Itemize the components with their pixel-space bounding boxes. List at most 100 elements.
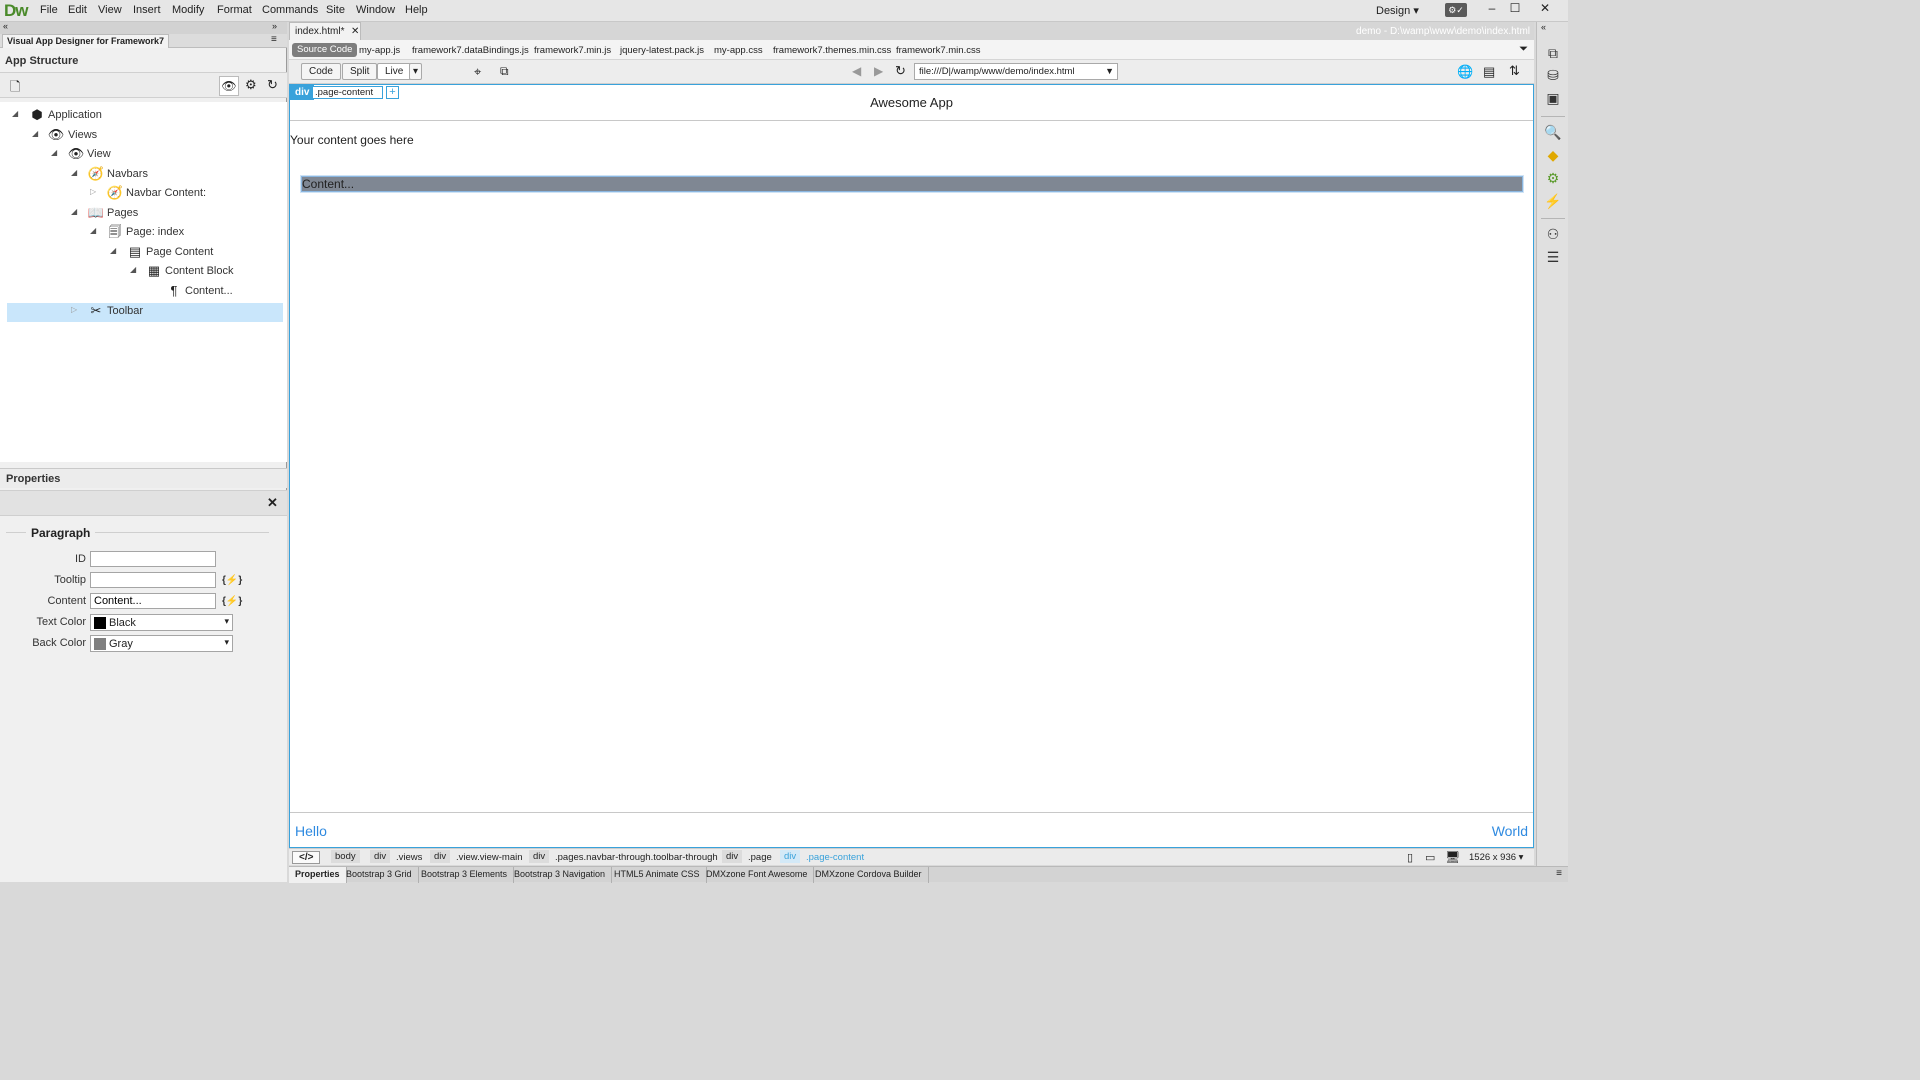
window-size-select[interactable]: 1526 x 936 ▾ bbox=[1469, 852, 1523, 863]
tablet-size-icon[interactable]: ▭ bbox=[1425, 851, 1435, 864]
minimize-icon[interactable]: – bbox=[1483, 1, 1501, 17]
related-file[interactable]: framework7.themes.min.css bbox=[773, 45, 891, 56]
menu-modify[interactable]: Modify bbox=[172, 4, 204, 16]
expand-arrow-icon[interactable]: ◢ bbox=[71, 207, 77, 216]
tag-class[interactable]: .views bbox=[396, 852, 422, 863]
panel-tab-app-designer[interactable]: Visual App Designer for Framework7 bbox=[2, 34, 170, 48]
tag-class[interactable]: .view.view-main bbox=[456, 852, 523, 863]
toolbar-link-world[interactable]: World bbox=[1492, 823, 1528, 839]
maximize-icon[interactable]: ☐ bbox=[1506, 1, 1524, 17]
add-class-button[interactable]: + bbox=[386, 86, 399, 99]
menu-format[interactable]: Format bbox=[217, 4, 252, 16]
eye-toggle-icon[interactable]: 👁 bbox=[219, 76, 239, 96]
toolbar-link-hello[interactable]: Hello bbox=[295, 823, 327, 839]
file-transfer-icon[interactable]: ⇅ bbox=[1509, 63, 1520, 79]
tab-properties[interactable]: Properties bbox=[289, 867, 347, 883]
menu-edit[interactable]: Edit bbox=[68, 4, 87, 16]
gear-icon[interactable]: ⚙ bbox=[245, 77, 257, 93]
related-file[interactable]: framework7.min.js bbox=[534, 45, 611, 56]
workspace-switcher[interactable]: Design ▾ bbox=[1376, 4, 1419, 17]
related-file[interactable]: framework7.min.css bbox=[896, 45, 980, 56]
panel-menu-icon[interactable]: ≡ bbox=[271, 34, 277, 45]
id-field[interactable] bbox=[90, 551, 216, 567]
menu-window[interactable]: Window bbox=[356, 4, 395, 16]
live-view-button[interactable]: Live bbox=[377, 63, 412, 80]
content-block-paragraph[interactable]: Content... bbox=[301, 176, 1523, 192]
split-view-button[interactable]: Split bbox=[342, 63, 378, 80]
database-icon[interactable]: ⛁ bbox=[1544, 66, 1562, 84]
tag-class[interactable]: .page bbox=[748, 852, 772, 863]
tag-div[interactable]: div bbox=[430, 850, 451, 863]
code-view-button[interactable]: Code bbox=[301, 63, 341, 80]
live-options-icon[interactable]: ▾ bbox=[409, 63, 423, 80]
close-tab-icon[interactable]: ✕ bbox=[351, 26, 359, 37]
menu-site[interactable]: Site bbox=[326, 4, 345, 16]
related-file[interactable]: framework7.dataBindings.js bbox=[412, 45, 529, 56]
dropdown-arrow-icon[interactable]: ▼ bbox=[1105, 66, 1114, 76]
expand-arrow-icon[interactable]: ◢ bbox=[110, 246, 116, 255]
expand-icon[interactable]: » bbox=[272, 21, 277, 31]
code-toggle-button[interactable]: </> bbox=[292, 851, 321, 864]
globe-icon[interactable]: 🌐 bbox=[1457, 64, 1473, 80]
expand-arrow-icon[interactable]: ◢ bbox=[71, 168, 77, 177]
menu-file[interactable]: File bbox=[40, 4, 58, 16]
tree-node-page-content[interactable]: ◢ ▤ Page Content bbox=[0, 243, 287, 262]
collapsed-arrow-icon[interactable]: ▷ bbox=[90, 187, 96, 196]
tree-node-content-block[interactable]: ◢ ▦ Content Block bbox=[0, 262, 287, 281]
tree-node-toolbar[interactable]: ▷ ✂ Toolbar bbox=[0, 302, 287, 321]
expand-arrow-icon[interactable]: ◢ bbox=[12, 109, 18, 118]
tree-node-navbar-content[interactable]: ▷ 🧭 Navbar Content: bbox=[0, 184, 287, 203]
close-properties-icon[interactable]: ✕ bbox=[267, 495, 278, 511]
components-icon[interactable]: ◆ bbox=[1544, 146, 1562, 164]
document-tab[interactable]: index.html* ✕ bbox=[289, 22, 361, 40]
new-page-icon[interactable]: 🗋 bbox=[10, 78, 20, 100]
expand-arrow-icon[interactable]: ◢ bbox=[32, 129, 38, 138]
back-color-select[interactable]: Gray ▾ bbox=[90, 635, 233, 652]
assets-icon[interactable]: ▣ bbox=[1544, 89, 1562, 107]
forward-arrow-icon[interactable]: ▶ bbox=[874, 64, 883, 78]
tab-bootstrap-grid[interactable]: Bootstrap 3 Grid bbox=[340, 867, 419, 883]
mobile-size-icon[interactable]: ▯ bbox=[1407, 851, 1413, 864]
code-snippets-icon[interactable]: ☰ bbox=[1544, 248, 1562, 266]
sync-settings-icon[interactable]: ⚙✓ bbox=[1445, 3, 1467, 17]
data-binding-icon[interactable]: {⚡} bbox=[222, 575, 242, 586]
find-icon[interactable]: 🔍 bbox=[1544, 123, 1562, 141]
refresh-icon[interactable]: ↻ bbox=[267, 77, 278, 93]
back-arrow-icon[interactable]: ◀ bbox=[852, 64, 861, 78]
tab-html5-animate[interactable]: HTML5 Animate CSS bbox=[608, 867, 707, 883]
collapse-icon[interactable]: « bbox=[3, 21, 8, 31]
tree-node-page-index[interactable]: ◢ 🗐 Page: index bbox=[0, 223, 287, 242]
tab-cordova-builder[interactable]: DMXzone Cordova Builder bbox=[809, 867, 929, 883]
expand-arrow-icon[interactable]: ◢ bbox=[51, 148, 57, 157]
tree-node-navbars[interactable]: ◢ 🧭 Navbars bbox=[0, 165, 287, 184]
filter-icon[interactable]: ⏷ bbox=[1519, 43, 1528, 56]
tree-node-view[interactable]: ◢ 👁 View bbox=[0, 145, 287, 164]
inspect-icon[interactable]: ⌖ bbox=[474, 64, 481, 80]
tree-node-application[interactable]: ◢ ⬢ Application bbox=[0, 106, 287, 125]
expand-panels-icon[interactable]: « bbox=[1541, 22, 1546, 32]
url-field[interactable]: file:///D|/wamp/www/demo/index.html ▼ bbox=[914, 63, 1118, 80]
related-file-source-code[interactable]: Source Code bbox=[292, 43, 358, 57]
tag-class[interactable]: .pages.navbar-through.toolbar-through bbox=[555, 852, 718, 863]
menu-commands[interactable]: Commands bbox=[262, 4, 318, 16]
panel-menu-icon[interactable]: ≡ bbox=[1556, 868, 1562, 879]
related-file[interactable]: my-app.css bbox=[714, 45, 763, 56]
element-selector-tag[interactable]: div bbox=[290, 85, 315, 100]
text-color-select[interactable]: Black ▾ bbox=[90, 614, 233, 631]
collapsed-arrow-icon[interactable]: ▷ bbox=[71, 305, 77, 314]
tab-font-awesome[interactable]: DMXzone Font Awesome bbox=[700, 867, 815, 883]
tree-node-content[interactable]: ¶ Content... bbox=[0, 282, 287, 301]
tag-div[interactable]: div bbox=[370, 850, 391, 863]
menu-help[interactable]: Help bbox=[405, 4, 428, 16]
live-code-icon[interactable]: ⧉ bbox=[500, 64, 509, 79]
refresh-icon[interactable]: ↻ bbox=[895, 63, 906, 79]
data-binding-icon[interactable]: {⚡} bbox=[222, 596, 242, 607]
related-file[interactable]: my-app.js bbox=[359, 45, 400, 56]
tag-class-selected[interactable]: .page-content bbox=[806, 852, 864, 863]
tree-node-views[interactable]: ◢ 👁 Views bbox=[0, 126, 287, 145]
content-field[interactable] bbox=[90, 593, 216, 609]
bindings-icon[interactable]: ⚙ bbox=[1544, 169, 1562, 187]
desktop-size-icon[interactable]: 🖥 bbox=[1445, 850, 1460, 864]
site-map-icon[interactable]: ⚇ bbox=[1544, 225, 1562, 243]
tag-div[interactable]: div bbox=[722, 850, 743, 863]
